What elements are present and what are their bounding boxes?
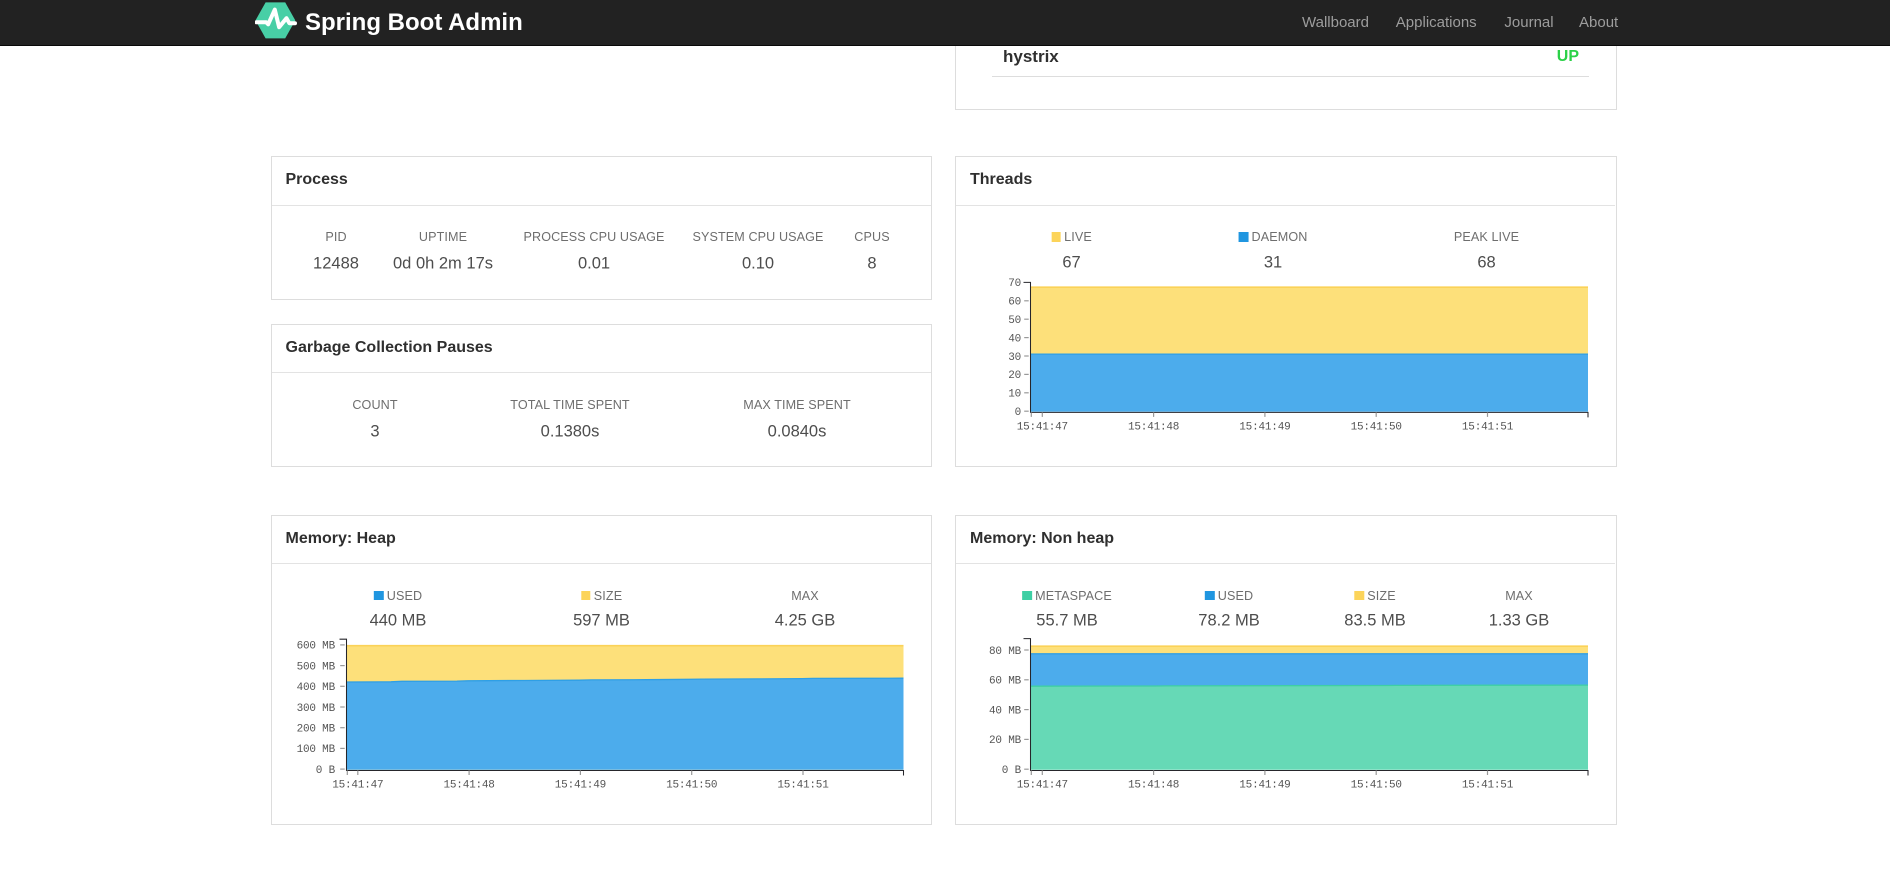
svg-text:15:41:49: 15:41:49 — [1239, 780, 1290, 792]
svg-text:40: 40 — [1008, 333, 1021, 345]
svg-text:15:41:47: 15:41:47 — [1016, 780, 1067, 792]
svg-text:15:41:50: 15:41:50 — [666, 780, 717, 792]
svg-text:600 MB: 600 MB — [297, 641, 336, 653]
svg-text:15:41:49: 15:41:49 — [1239, 422, 1290, 434]
svg-text:60: 60 — [1008, 297, 1021, 309]
svg-text:80 MB: 80 MB — [988, 646, 1021, 658]
svg-text:30: 30 — [1008, 352, 1021, 364]
svg-text:15:41:51: 15:41:51 — [1461, 422, 1513, 434]
svg-text:0: 0 — [1014, 407, 1020, 419]
svg-text:40 MB: 40 MB — [988, 705, 1021, 717]
svg-text:50: 50 — [1008, 315, 1021, 327]
svg-text:15:41:50: 15:41:50 — [1350, 780, 1401, 792]
svg-text:60 MB: 60 MB — [988, 676, 1021, 688]
svg-text:15:41:48: 15:41:48 — [1127, 780, 1178, 792]
svg-text:100 MB: 100 MB — [297, 744, 336, 756]
svg-text:15:41:50: 15:41:50 — [1350, 422, 1401, 434]
svg-text:500 MB: 500 MB — [297, 661, 336, 673]
svg-text:10: 10 — [1008, 389, 1021, 401]
svg-text:15:41:47: 15:41:47 — [332, 780, 383, 792]
svg-text:70: 70 — [1008, 278, 1021, 290]
svg-text:15:41:48: 15:41:48 — [443, 780, 494, 792]
svg-text:400 MB: 400 MB — [297, 682, 336, 694]
svg-text:300 MB: 300 MB — [297, 703, 336, 715]
svg-text:0 B: 0 B — [1001, 765, 1021, 777]
svg-text:15:41:51: 15:41:51 — [777, 780, 829, 792]
svg-text:20 MB: 20 MB — [988, 735, 1021, 747]
svg-text:15:41:48: 15:41:48 — [1127, 422, 1178, 434]
svg-text:200 MB: 200 MB — [297, 724, 336, 736]
svg-text:0 B: 0 B — [316, 765, 336, 777]
svg-text:15:41:49: 15:41:49 — [555, 780, 606, 792]
svg-text:15:41:51: 15:41:51 — [1461, 780, 1513, 792]
svg-text:15:41:47: 15:41:47 — [1016, 422, 1067, 434]
svg-text:20: 20 — [1008, 370, 1021, 382]
